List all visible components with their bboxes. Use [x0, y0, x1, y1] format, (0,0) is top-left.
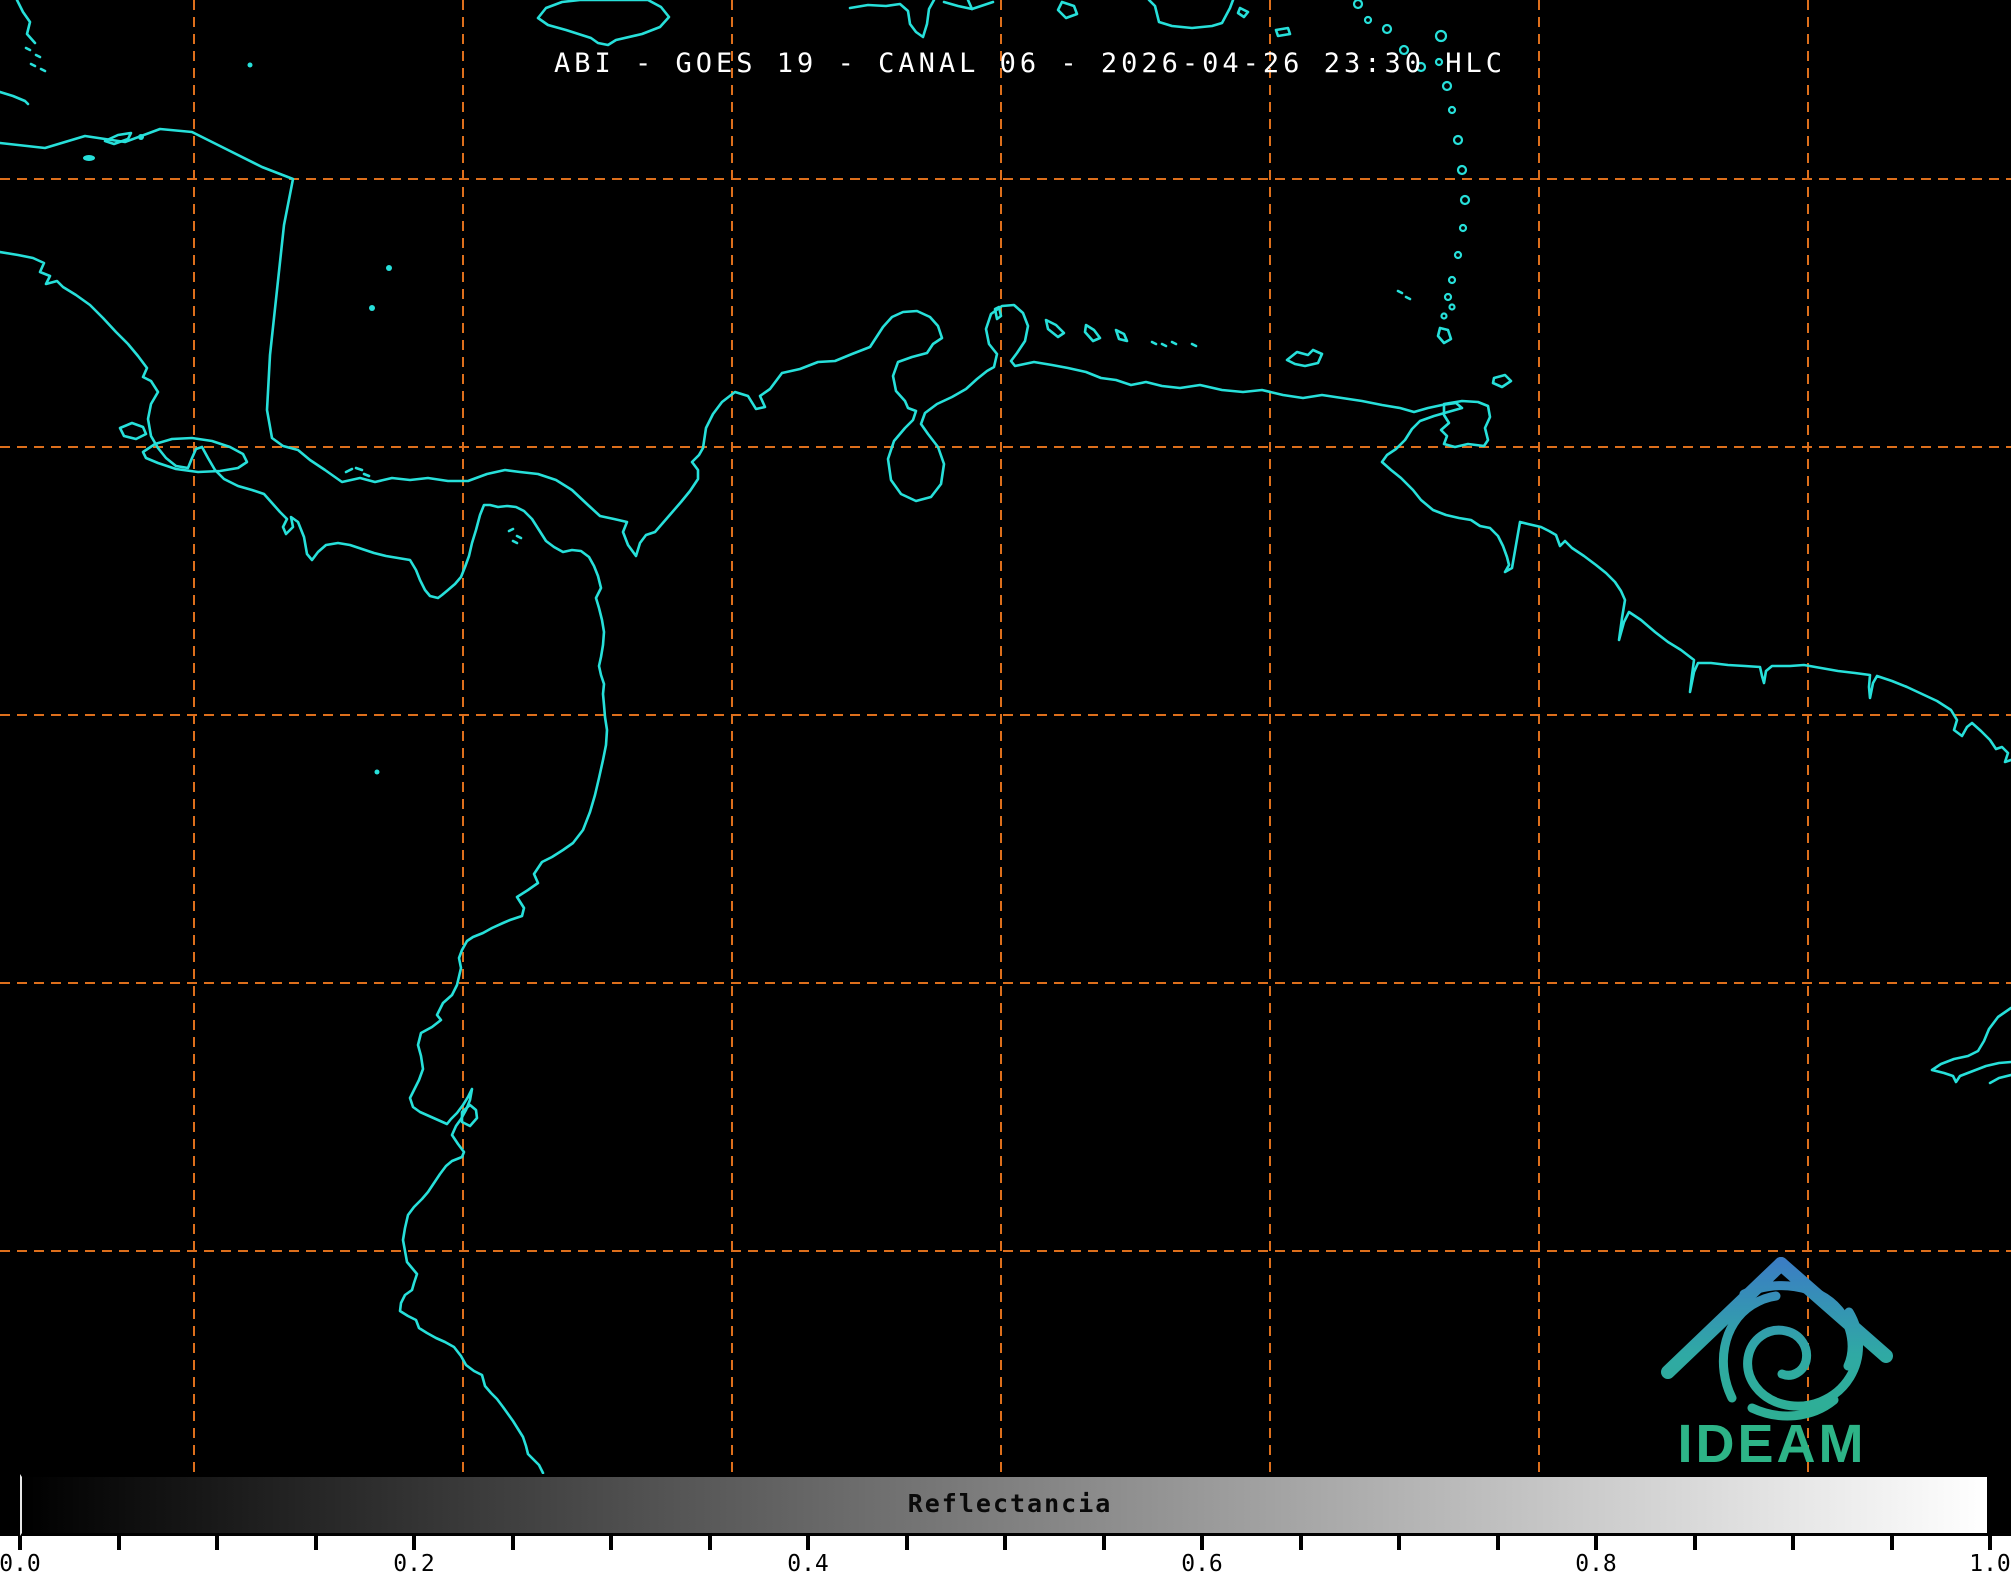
- colorbar-tick: [806, 1536, 810, 1550]
- los-testigos-islets: [1396, 289, 1412, 301]
- colorbar-tick: [1397, 1536, 1401, 1550]
- small-cay: [247, 62, 253, 68]
- colorbar-tick-label: 0.6: [1181, 1551, 1223, 1577]
- trinidad-island: [1439, 399, 1492, 449]
- coastline-dominican-south: [1147, 0, 1235, 30]
- colorbar-tick: [116, 1536, 121, 1550]
- bonaire-island: [1114, 328, 1129, 343]
- antilles-island: [1443, 292, 1453, 302]
- colorbar-tick: [412, 1536, 416, 1550]
- coastline-caribbean-mainland: [0, 127, 2011, 764]
- antilles-island: [1381, 23, 1393, 35]
- belize-cayes: [24, 46, 47, 73]
- coastlines-group: [0, 0, 2011, 1474]
- colorbar-tick: [904, 1536, 909, 1550]
- colorbar-tick-label: 0.2: [393, 1551, 435, 1577]
- coastline-honduras-west-dash: [0, 90, 30, 106]
- latlon-grid: [0, 0, 2011, 1474]
- colorbar-tick: [1003, 1536, 1007, 1550]
- antilles-island: [1456, 164, 1468, 176]
- beata-island: [1056, 0, 1079, 20]
- antilles-island: [1459, 194, 1471, 206]
- aruba-island: [1044, 318, 1066, 339]
- colorbar-tick-label: 1.0: [1969, 1551, 2011, 1577]
- satellite-map-canvas: [0, 0, 2011, 1474]
- antilles-island: [1448, 303, 1456, 311]
- mona-island: [1274, 26, 1292, 38]
- antilles-island: [1363, 15, 1373, 25]
- colorbar-tick: [510, 1536, 515, 1550]
- coastline-pacific: [0, 250, 609, 1474]
- grenada-island: [1436, 326, 1453, 345]
- utila-island: [83, 155, 95, 161]
- san-andres-island: [369, 305, 375, 311]
- colorbar-label: Reflectancia: [907, 1489, 1113, 1518]
- malpelo-island: [374, 769, 380, 775]
- colorbar-tick: [1101, 1536, 1106, 1550]
- guanaja-island: [138, 134, 144, 140]
- colorbar-tick: [1495, 1536, 1500, 1550]
- antilles-island: [1452, 134, 1464, 146]
- colorbar-tick: [313, 1536, 318, 1550]
- antilles-island: [1447, 275, 1457, 285]
- providencia-island: [386, 265, 392, 271]
- colorbar-tick: [1791, 1536, 1795, 1550]
- bocas-islets: [344, 466, 371, 478]
- colorbar-tick: [215, 1536, 219, 1550]
- antilles-island: [1440, 312, 1448, 320]
- coastline-amazon-mouth-lower: [1988, 1073, 2011, 1085]
- antilles-island: [1352, 0, 1364, 10]
- los-roques-islets: [1150, 340, 1198, 348]
- colorbar-tick-label: 0.0: [0, 1551, 41, 1577]
- antilles-island: [1453, 250, 1463, 260]
- satellite-image-viewer: ABI - GOES 19 - CANAL 06 - 2026-04-26 23…: [0, 0, 2011, 1577]
- colorbar-tick: [1988, 1536, 1992, 1550]
- curacao-island: [1083, 323, 1102, 343]
- colorbar-tick: [1889, 1536, 1894, 1550]
- tobago-island: [1491, 373, 1513, 389]
- coastline-amazon-mouth: [1930, 1006, 2011, 1084]
- colorbar-tick: [1200, 1536, 1204, 1550]
- lake-managua: [118, 421, 148, 441]
- margarita-island: [1285, 348, 1324, 368]
- saona-islets: [1236, 6, 1250, 19]
- colorbar-tick: [609, 1536, 613, 1550]
- colorbar-tick-label: 0.8: [1575, 1551, 1617, 1577]
- coastline-jamaica: [536, 0, 671, 47]
- antilles-island: [1447, 105, 1457, 115]
- colorbar-tick: [18, 1536, 22, 1550]
- paraguana-islet: [993, 305, 1003, 321]
- colorbar-tick: [1298, 1536, 1303, 1550]
- image-title: ABI - GOES 19 - CANAL 06 - 2026-04-26 23…: [553, 48, 1507, 79]
- antilles-island: [1458, 223, 1468, 233]
- colorbar-tick: [707, 1536, 712, 1550]
- colorbar-tick-label: 0.4: [787, 1551, 829, 1577]
- antilles-island: [1434, 29, 1448, 43]
- colorbar-axis-strip: 0.0 0.2 0.4 0.6 0.8 1.0: [0, 1536, 2011, 1577]
- coastline-haiti-peninsula: [848, 0, 936, 39]
- coastline-belize-fragment: [15, 0, 37, 45]
- antilles-island: [1441, 80, 1453, 92]
- pearl-islands: [507, 527, 523, 545]
- colorbar-tick: [1692, 1536, 1697, 1550]
- colorbar-tick: [1594, 1536, 1598, 1550]
